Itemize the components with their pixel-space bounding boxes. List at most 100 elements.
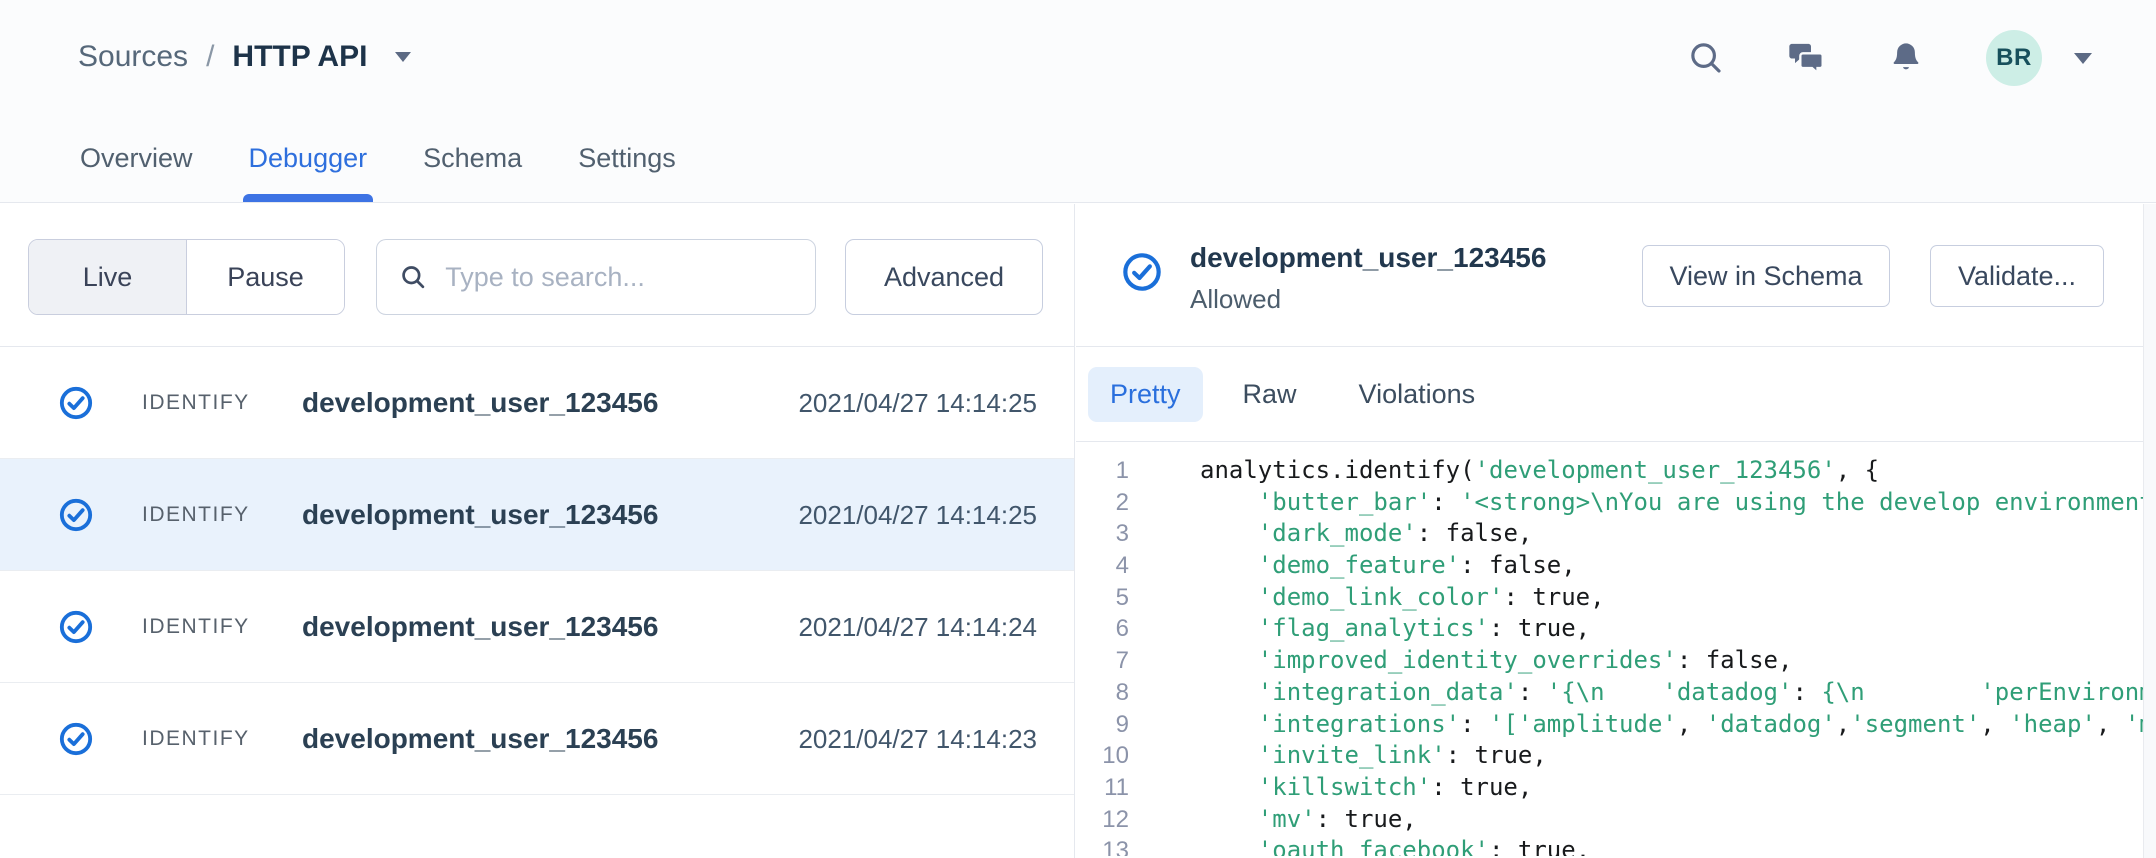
code-text: 'demo_feature': false,	[1200, 550, 1576, 582]
code-text: analytics.identify('development_user_123…	[1200, 455, 1879, 487]
validate-button[interactable]: Validate...	[1930, 245, 2104, 307]
code-text: 'butter_bar': '<strong>\nYou are using t…	[1200, 487, 2144, 519]
event-list: IDENTIFY development_user_123456 2021/04/2…	[0, 347, 1074, 795]
event-row[interactable]: IDENTIFY development_user_123456 2021/04/2…	[0, 347, 1074, 459]
event-row[interactable]: IDENTIFY development_user_123456 2021/04/2…	[0, 459, 1074, 571]
breadcrumb-source-name: HTTP API	[232, 40, 367, 74]
code-text: 'invite_link': true,	[1200, 740, 1547, 772]
tab-overview[interactable]: Overview	[80, 143, 193, 202]
event-row[interactable]: IDENTIFY development_user_123456 2021/04/2…	[0, 571, 1074, 683]
event-name: development_user_123456	[302, 571, 658, 683]
code-line: 13 'oauth_facebook': true,	[1076, 835, 2144, 856]
tab-debugger[interactable]: Debugger	[249, 143, 368, 202]
line-number: 13	[1076, 835, 1129, 856]
bell-icon[interactable]	[1886, 38, 1926, 78]
view-in-schema-button[interactable]: View in Schema	[1642, 245, 1890, 307]
code-text: 'flag_analytics': true,	[1200, 613, 1590, 645]
user-menu-caret-icon[interactable]	[2074, 53, 2092, 64]
payload-tab-pretty[interactable]: Pretty	[1088, 367, 1203, 422]
source-switcher-caret-icon[interactable]	[395, 52, 411, 62]
line-number: 6	[1076, 613, 1129, 645]
breadcrumb: Sources / HTTP API	[78, 40, 411, 74]
code-line: 7 'improved_identity_overrides': false,	[1076, 645, 2144, 677]
avatar[interactable]: BR	[1986, 30, 2042, 86]
event-row[interactable]: IDENTIFY development_user_123456 2021/04/2…	[0, 683, 1074, 795]
vertical-scrollbar[interactable]	[2143, 204, 2156, 858]
event-name: development_user_123456	[302, 347, 658, 459]
tab-schema[interactable]: Schema	[423, 143, 522, 202]
event-type: IDENTIFY	[142, 683, 250, 795]
user-menu[interactable]: BR	[1986, 30, 2092, 86]
search-icon[interactable]	[1686, 38, 1726, 78]
payload-tab-raw[interactable]: Raw	[1243, 367, 1297, 422]
event-detail-panel: development_user_123456 Allowed View in …	[1076, 204, 2156, 858]
event-detail-title: development_user_123456	[1190, 242, 1546, 274]
event-timestamp: 2021/04/27 14:14:23	[798, 683, 1037, 795]
app-window: Sources / HTTP API	[0, 0, 2156, 858]
breadcrumb-separator: /	[206, 40, 214, 74]
code-line: 4 'demo_feature': false,	[1076, 550, 2144, 582]
code-line: 9 'integrations': '['amplitude', 'datado…	[1076, 709, 2144, 741]
code-line: 3 'dark_mode': false,	[1076, 518, 2144, 550]
code-text: 'mv': true,	[1200, 804, 1417, 836]
event-type: IDENTIFY	[142, 459, 250, 571]
chat-icon[interactable]	[1786, 38, 1826, 78]
code-line: 6 'flag_analytics': true,	[1076, 613, 2144, 645]
line-number: 10	[1076, 740, 1129, 772]
line-number: 4	[1076, 550, 1129, 582]
advanced-button[interactable]: Advanced	[845, 239, 1043, 315]
event-status-label: Allowed	[1190, 284, 1281, 315]
code-text: 'oauth_facebook': true,	[1200, 835, 1590, 856]
event-type: IDENTIFY	[142, 571, 250, 683]
allowed-check-icon	[1122, 252, 1162, 297]
event-timestamp: 2021/04/27 14:14:25	[798, 459, 1037, 571]
code-text: 'demo_link_color': true,	[1200, 582, 1605, 614]
allowed-check-icon	[59, 386, 93, 425]
code-line: 8 'integration_data': '{\n 'datadog': {\…	[1076, 677, 2144, 709]
payload-tab-violations[interactable]: Violations	[1359, 367, 1476, 422]
line-number: 11	[1076, 772, 1129, 804]
line-number: 12	[1076, 804, 1129, 836]
source-tabs: Overview Debugger Schema Settings	[80, 143, 732, 202]
code-line: 10 'invite_link': true,	[1076, 740, 2144, 772]
tab-settings[interactable]: Settings	[578, 143, 676, 202]
event-detail-header: development_user_123456 Allowed View in …	[1076, 204, 2156, 347]
code-line: 11 'killswitch': true,	[1076, 772, 2144, 804]
code-text: 'integrations': '['amplitude', 'datadog'…	[1200, 709, 2144, 741]
search-icon	[399, 261, 427, 293]
code-line: 2 'butter_bar': '<strong>\nYou are using…	[1076, 487, 2144, 519]
live-pause-toggle: Live Pause	[28, 239, 345, 315]
line-number: 8	[1076, 677, 1129, 709]
payload-code-view: 1 analytics.identify('development_user_12…	[1076, 442, 2144, 856]
event-timestamp: 2021/04/27 14:14:25	[798, 347, 1037, 459]
event-name: development_user_123456	[302, 459, 658, 571]
allowed-check-icon	[59, 722, 93, 761]
event-name: development_user_123456	[302, 683, 658, 795]
search-input[interactable]	[445, 262, 793, 293]
header-actions: BR	[1686, 30, 2092, 86]
event-timestamp: 2021/04/27 14:14:24	[798, 571, 1037, 683]
code-text: 'killswitch': true,	[1200, 772, 1532, 804]
pause-button[interactable]: Pause	[187, 240, 344, 314]
breadcrumb-sources[interactable]: Sources	[78, 40, 188, 74]
allowed-check-icon	[59, 498, 93, 537]
payload-view-tabs: Pretty Raw Violations	[1076, 347, 2156, 442]
top-header: Sources / HTTP API	[0, 0, 2156, 203]
event-search[interactable]	[376, 239, 816, 315]
code-line: 12 'mv': true,	[1076, 804, 2144, 836]
code-text: 'dark_mode': false,	[1200, 518, 1532, 550]
code-text: 'improved_identity_overrides': false,	[1200, 645, 1792, 677]
line-number: 5	[1076, 582, 1129, 614]
event-type: IDENTIFY	[142, 347, 250, 459]
event-list-toolbar: Live Pause Advanced	[0, 204, 1074, 347]
line-number: 1	[1076, 455, 1129, 487]
line-number: 7	[1076, 645, 1129, 677]
code-text: 'integration_data': '{\n 'datadog': {\n …	[1200, 677, 2144, 709]
code-line: 5 'demo_link_color': true,	[1076, 582, 2144, 614]
line-number: 2	[1076, 487, 1129, 519]
line-number: 9	[1076, 709, 1129, 741]
debugger-event-list-panel: Live Pause Advanced IDENTIFY development_…	[0, 204, 1075, 858]
line-number: 3	[1076, 518, 1129, 550]
code-line: 1 analytics.identify('development_user_12…	[1076, 455, 2144, 487]
live-button[interactable]: Live	[29, 240, 187, 314]
